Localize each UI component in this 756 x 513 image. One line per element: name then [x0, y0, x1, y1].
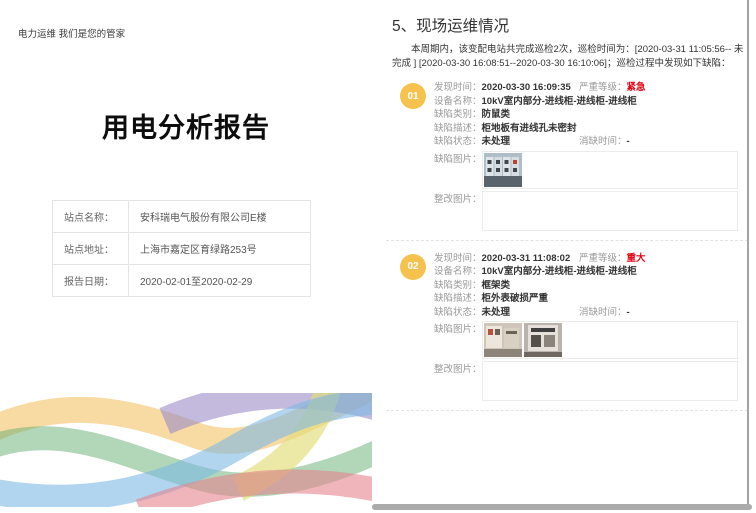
defect-row-category: 缺陷类别： 防鼠类 [434, 108, 748, 122]
status-label: 缺陷状态： [434, 135, 482, 149]
cover-page: 电力运维 我们是您的管家 用电分析报告 站点名称： 安科瑞电气股份有限公司E楼 … [0, 0, 372, 513]
site-address-label: 站点地址： [53, 233, 129, 265]
category-label: 缺陷类别： [434, 279, 482, 293]
defect-images-row: 缺陷图片： [434, 321, 748, 359]
severity-label: 严重等级： [579, 81, 627, 95]
fix-images-label: 整改图片： [434, 191, 482, 207]
device-label: 设备名称： [434, 95, 482, 109]
horizontal-scrollbar-thumb[interactable] [372, 504, 752, 510]
report-title: 用电分析报告 [0, 106, 372, 145]
category-value: 防鼠类 [482, 108, 511, 122]
site-address-value: 上海市嘉定区育绿路253号 [129, 233, 311, 265]
found-time-value: 2020-03-30 16:09:35 [482, 81, 571, 95]
severity-label: 严重等级： [579, 252, 627, 266]
inspection-summary: 本周期内，该变配电站共完成巡检2次，巡检时间为：[2020-03-31 11:0… [392, 43, 748, 71]
table-row-report-date: 报告日期： 2020-02-01至2020-02-29 [53, 265, 311, 297]
fix-images-row: 整改图片： [434, 361, 748, 401]
category-value: 框架类 [482, 279, 511, 293]
defect-images-row: 缺陷图片： [434, 151, 748, 189]
defect-separator [386, 240, 748, 241]
status-value: 未处理 [482, 135, 511, 149]
defect-images-box [482, 321, 738, 359]
defect-item-01: 01 发现时间： 2020-03-30 16:09:35 严重等级： 紧急 设备… [392, 81, 748, 231]
fix-images-row: 整改图片： [434, 191, 748, 231]
defect-number-badge: 02 [400, 254, 426, 280]
table-row-site-address: 站点地址： 上海市嘉定区育绿路253号 [53, 233, 311, 265]
defect-number-badge: 01 [400, 83, 426, 109]
site-name-value: 安科瑞电气股份有限公司E楼 [129, 201, 311, 233]
report-date-value: 2020-02-01至2020-02-29 [129, 265, 311, 297]
defect-row-time-severity: 发现时间： 2020-03-31 11:08:02 严重等级： 重大 [434, 252, 748, 266]
defect-row-device: 设备名称： 10kV室内部分-进线柜-进线柜-进线柜 [434, 265, 748, 279]
fix-images-label: 整改图片： [434, 361, 482, 377]
status-label: 缺陷状态： [434, 306, 482, 320]
defect-row-time-severity: 发现时间： 2020-03-30 16:09:35 严重等级： 紧急 [434, 81, 748, 95]
fix-images-box [482, 361, 738, 401]
severity-value: 紧急 [627, 81, 646, 95]
defect-row-description: 缺陷描述： 柜地板有进线孔未密封 [434, 122, 748, 136]
clear-time-label: 消缺时间： [579, 135, 627, 149]
section-title: 5、现场运维情况 [392, 14, 748, 36]
brand-slogan: 电力运维 我们是您的管家 [18, 26, 125, 40]
device-value: 10kV室内部分-进线柜-进线柜-进线柜 [482, 95, 637, 109]
table-row-site-name: 站点名称： 安科瑞电气股份有限公司E楼 [53, 201, 311, 233]
site-info-table: 站点名称： 安科瑞电气股份有限公司E楼 站点地址： 上海市嘉定区育绿路253号 … [52, 200, 311, 297]
defect-images-label: 缺陷图片： [434, 151, 482, 167]
defect-photo-thumbnail [484, 323, 522, 357]
defect-separator [386, 410, 748, 411]
found-time-label: 发现时间： [434, 81, 482, 95]
category-label: 缺陷类别： [434, 108, 482, 122]
device-value: 10kV室内部分-进线柜-进线柜-进线柜 [482, 265, 637, 279]
defect-row-status: 缺陷状态： 未处理 消缺时间： - [434, 306, 748, 320]
description-label: 缺陷描述： [434, 122, 482, 136]
status-value: 未处理 [482, 306, 511, 320]
description-value: 柜地板有进线孔未密封 [482, 122, 577, 136]
defect-item-02: 02 发现时间： 2020-03-31 11:08:02 严重等级： 重大 设备… [392, 252, 748, 402]
defect-photo-thumbnail [484, 153, 522, 187]
defect-row-description: 缺陷描述： 柜外表破损严重 [434, 292, 748, 306]
defect-row-status: 缺陷状态： 未处理 消缺时间： - [434, 135, 748, 149]
operations-page: 5、现场运维情况 本周期内，该变配电站共完成巡检2次，巡检时间为：[2020-0… [386, 0, 756, 513]
defect-images-label: 缺陷图片： [434, 321, 482, 337]
report-preview: 电力运维 我们是您的管家 用电分析报告 站点名称： 安科瑞电气股份有限公司E楼 … [0, 0, 756, 513]
defect-row-device: 设备名称： 10kV室内部分-进线柜-进线柜-进线柜 [434, 95, 748, 109]
found-time-label: 发现时间： [434, 252, 482, 266]
device-label: 设备名称： [434, 265, 482, 279]
clear-time-label: 消缺时间： [579, 306, 627, 320]
description-label: 缺陷描述： [434, 292, 482, 306]
report-date-label: 报告日期： [53, 265, 129, 297]
description-value: 柜外表破损严重 [482, 292, 549, 306]
defect-row-category: 缺陷类别： 框架类 [434, 279, 748, 293]
found-time-value: 2020-03-31 11:08:02 [482, 252, 571, 266]
fix-images-box [482, 191, 738, 231]
decorative-ribbon-waves [0, 393, 372, 507]
right-edge-border [747, 0, 749, 505]
clear-time-value: - [627, 135, 630, 149]
defect-images-box [482, 151, 738, 189]
site-name-label: 站点名称： [53, 201, 129, 233]
clear-time-value: - [627, 306, 630, 320]
defect-photo-thumbnail [524, 323, 562, 357]
severity-value: 重大 [627, 252, 646, 266]
